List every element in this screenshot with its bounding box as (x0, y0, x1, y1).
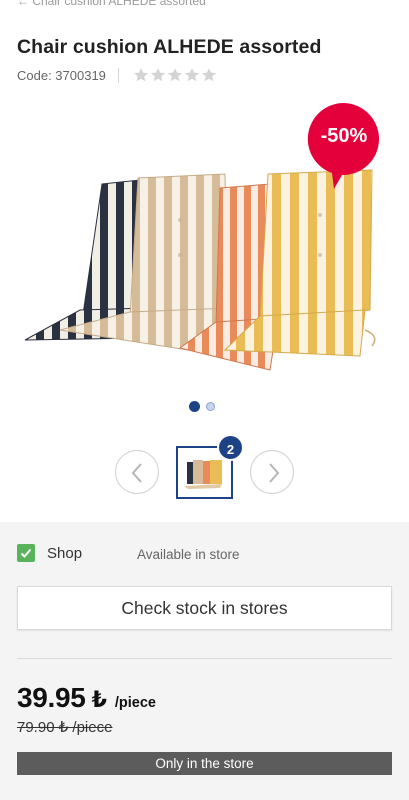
discount-label: -50% (320, 125, 368, 147)
chevron-right-icon (269, 463, 280, 483)
price-unit: /piece (114, 695, 156, 711)
star-icon (201, 68, 216, 82)
currency-symbol: ₺ (91, 687, 107, 712)
availability-section: Shop Available in store Check stock in s… (0, 522, 409, 800)
page-title: Chair cushion ALHEDE assorted (17, 36, 322, 58)
breadcrumb[interactable]: ← Chair cushion ALHEDE assorted (17, 0, 397, 8)
carousel-dots (189, 401, 215, 412)
previous-image-button[interactable] (115, 450, 159, 494)
next-image-button[interactable] (250, 450, 294, 494)
divider (117, 67, 119, 83)
checkbox-checked-icon[interactable] (17, 544, 35, 562)
carousel-dot[interactable] (206, 402, 215, 411)
image-count-badge: 2 (217, 434, 244, 461)
check-stock-button[interactable]: Check stock in stores (17, 586, 392, 630)
star-icon (167, 68, 182, 82)
old-price: 79.90 ₺ /piece (17, 719, 113, 736)
star-icon (150, 68, 165, 82)
star-icon (133, 68, 148, 82)
shop-label: Shop (47, 544, 83, 562)
availability-status: Available in store (137, 547, 240, 562)
chevron-left-icon (131, 463, 142, 483)
product-meta: Code: 3700319 (17, 66, 217, 84)
product-code: Code: 3700319 (17, 67, 106, 83)
price: 39.95 ₺ /piece (17, 682, 156, 714)
store-only-banner: Only in the store (17, 752, 392, 775)
rating-stars[interactable] (133, 67, 217, 83)
discount-badge: -50% (307, 103, 381, 189)
divider (17, 658, 392, 659)
shop-option[interactable]: Shop (17, 543, 82, 563)
product-image[interactable] (20, 160, 385, 380)
price-value: 39.95 (17, 682, 86, 713)
carousel-dot-active[interactable] (189, 401, 200, 412)
star-icon (184, 68, 199, 82)
